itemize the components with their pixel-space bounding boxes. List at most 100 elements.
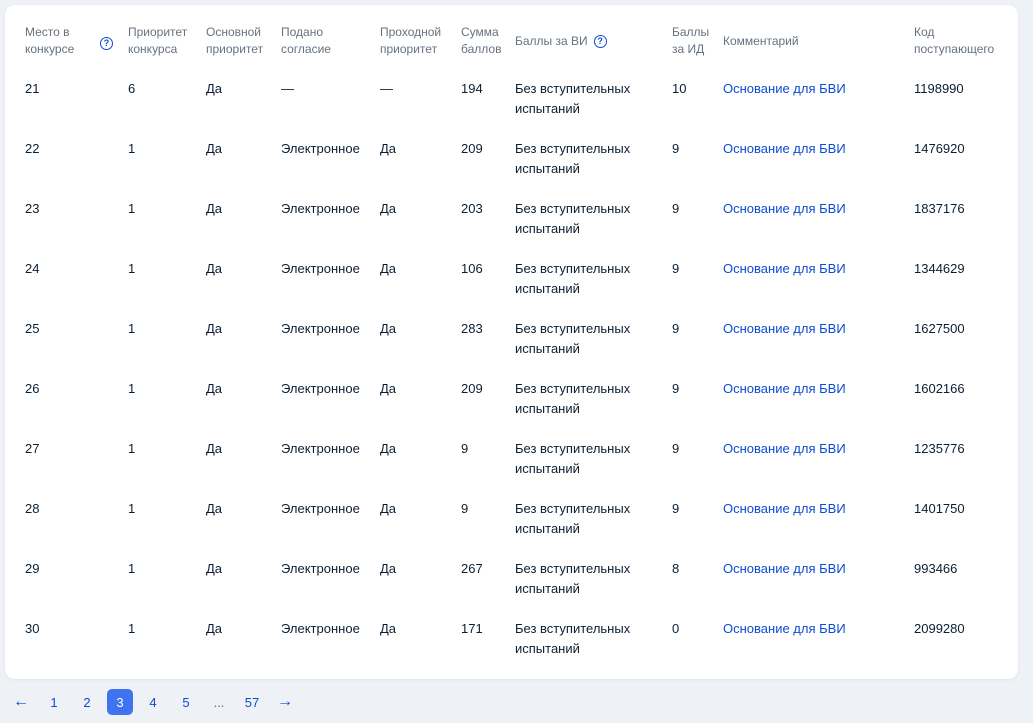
cell-place: 26 [25,381,40,396]
prev-page-arrow-icon[interactable]: ← [8,689,34,715]
cell-priority: 1 [128,141,136,156]
cell-main-priority: Да [206,561,223,576]
pagination-ellipsis: ... [213,694,225,710]
comment-link[interactable]: Основание для БВИ [723,319,846,339]
cell-priority: 1 [128,561,136,576]
cell-consent: Электронное [281,441,360,456]
cell-consent: — [281,81,294,96]
header-id-line: Баллы [672,25,710,39]
help-question-icon[interactable]: ? [100,37,113,50]
cell-score-sum: 106 [461,261,483,276]
cell-vi-line: Без вступительных [515,141,631,156]
comment-link[interactable]: Основание для БВИ [723,79,846,99]
cell-vi-score: Без вступительных испытаний [515,199,630,239]
cell-main-priority: Да [206,261,223,276]
page-button-2[interactable]: 2 [74,689,100,715]
cell-applicant-code: 2099280 [914,621,965,636]
cell-vi-line: Без вступительных [515,261,631,276]
cell-id-score: 10 [672,81,687,96]
cell-vi-score: Без вступительных испытаний [515,439,630,479]
cell-vi-line: испытаний [515,521,580,536]
cell-place: 25 [25,321,40,336]
cell-pass-priority: Да [380,621,397,636]
comment-link[interactable]: Основание для БВИ [723,439,846,459]
cell-pass-priority: Да [380,501,397,516]
cell-vi-line: испытаний [515,281,580,296]
header-place-line: конкурсе [25,42,75,56]
cell-vi-score: Без вступительных испытаний [515,79,630,119]
cell-score-sum: 171 [461,621,483,636]
cell-consent: Электронное [281,321,360,336]
cell-score-sum: 203 [461,201,483,216]
page-button-4[interactable]: 4 [140,689,166,715]
page-button-57[interactable]: 57 [239,689,265,715]
cell-priority: 1 [128,321,136,336]
cell-id-score: 8 [672,561,680,576]
cell-applicant-code: 1476920 [914,141,965,156]
cell-vi-line: Без вступительных [515,621,631,636]
cell-main-priority: Да [206,501,223,516]
cell-id-score: 9 [672,141,680,156]
header-code-line: поступающего [914,42,995,56]
header-vi: Баллы за ВИ? [515,33,607,50]
cell-vi-line: испытаний [515,461,580,476]
applicants-table: Место в конкурсе? Приоритет конкурса Основно… [5,5,1018,679]
header-consent-line: согласие [281,42,331,56]
comment-link[interactable]: Основание для БВИ [723,259,846,279]
cell-main-priority: Да [206,81,223,96]
cell-applicant-code: 1401750 [914,501,965,516]
cell-score-sum: 209 [461,141,483,156]
cell-score-sum: 194 [461,81,483,96]
header-comment-label: Комментарий [723,34,799,48]
cell-priority: 1 [128,621,136,636]
cell-consent: Электронное [281,381,360,396]
cell-applicant-code: 1602166 [914,381,965,396]
cell-vi-line: испытаний [515,641,580,656]
cell-consent: Электронное [281,261,360,276]
cell-priority: 6 [128,81,136,96]
cell-applicant-code: 1344629 [914,261,965,276]
cell-vi-line: испытаний [515,581,580,596]
comment-link[interactable]: Основание для БВИ [723,379,846,399]
cell-applicant-code: 1837176 [914,201,965,216]
cell-priority: 1 [128,381,136,396]
cell-pass-priority: Да [380,141,397,156]
cell-consent: Электронное [281,141,360,156]
page-button-3[interactable]: 3 [107,689,133,715]
cell-vi-line: Без вступительных [515,501,631,516]
header-consent-line: Подано [281,25,324,39]
header-id: Баллы за ИД [672,24,709,58]
cell-vi-score: Без вступительных испытаний [515,139,630,179]
cell-id-score: 9 [672,501,680,516]
cell-main-priority: Да [206,321,223,336]
cell-vi-score: Без вступительных испытаний [515,619,630,659]
cell-id-score: 9 [672,381,680,396]
cell-vi-line: испытаний [515,401,580,416]
cell-vi-score: Без вступительных испытаний [515,319,630,359]
cell-vi-score: Без вступительных испытаний [515,559,630,599]
cell-id-score: 9 [672,441,680,456]
comment-link[interactable]: Основание для БВИ [723,199,846,219]
cell-main-priority: Да [206,441,223,456]
cell-vi-line: Без вступительных [515,561,631,576]
cell-vi-line: испытаний [515,101,580,116]
header-pass_priority-line: Проходной [380,25,442,39]
cell-id-score: 9 [672,261,680,276]
cell-priority: 1 [128,261,136,276]
help-question-icon[interactable]: ? [593,35,607,49]
cell-main-priority: Да [206,621,223,636]
cell-score-sum: 209 [461,381,483,396]
cell-main-priority: Да [206,381,223,396]
header-place: Место в конкурсе [25,24,74,58]
comment-link[interactable]: Основание для БВИ [723,619,846,639]
comment-link[interactable]: Основание для БВИ [723,559,846,579]
comment-link[interactable]: Основание для БВИ [723,139,846,159]
cell-score-sum: 267 [461,561,483,576]
page-button-1[interactable]: 1 [41,689,67,715]
cell-vi-score: Без вступительных испытаний [515,259,630,299]
comment-link[interactable]: Основание для БВИ [723,499,846,519]
next-page-arrow-icon[interactable]: → [272,689,298,715]
page-button-5[interactable]: 5 [173,689,199,715]
header-comment: Комментарий [723,33,799,50]
pagination: ← 1 2 3 4 5... 57 → [8,689,305,715]
